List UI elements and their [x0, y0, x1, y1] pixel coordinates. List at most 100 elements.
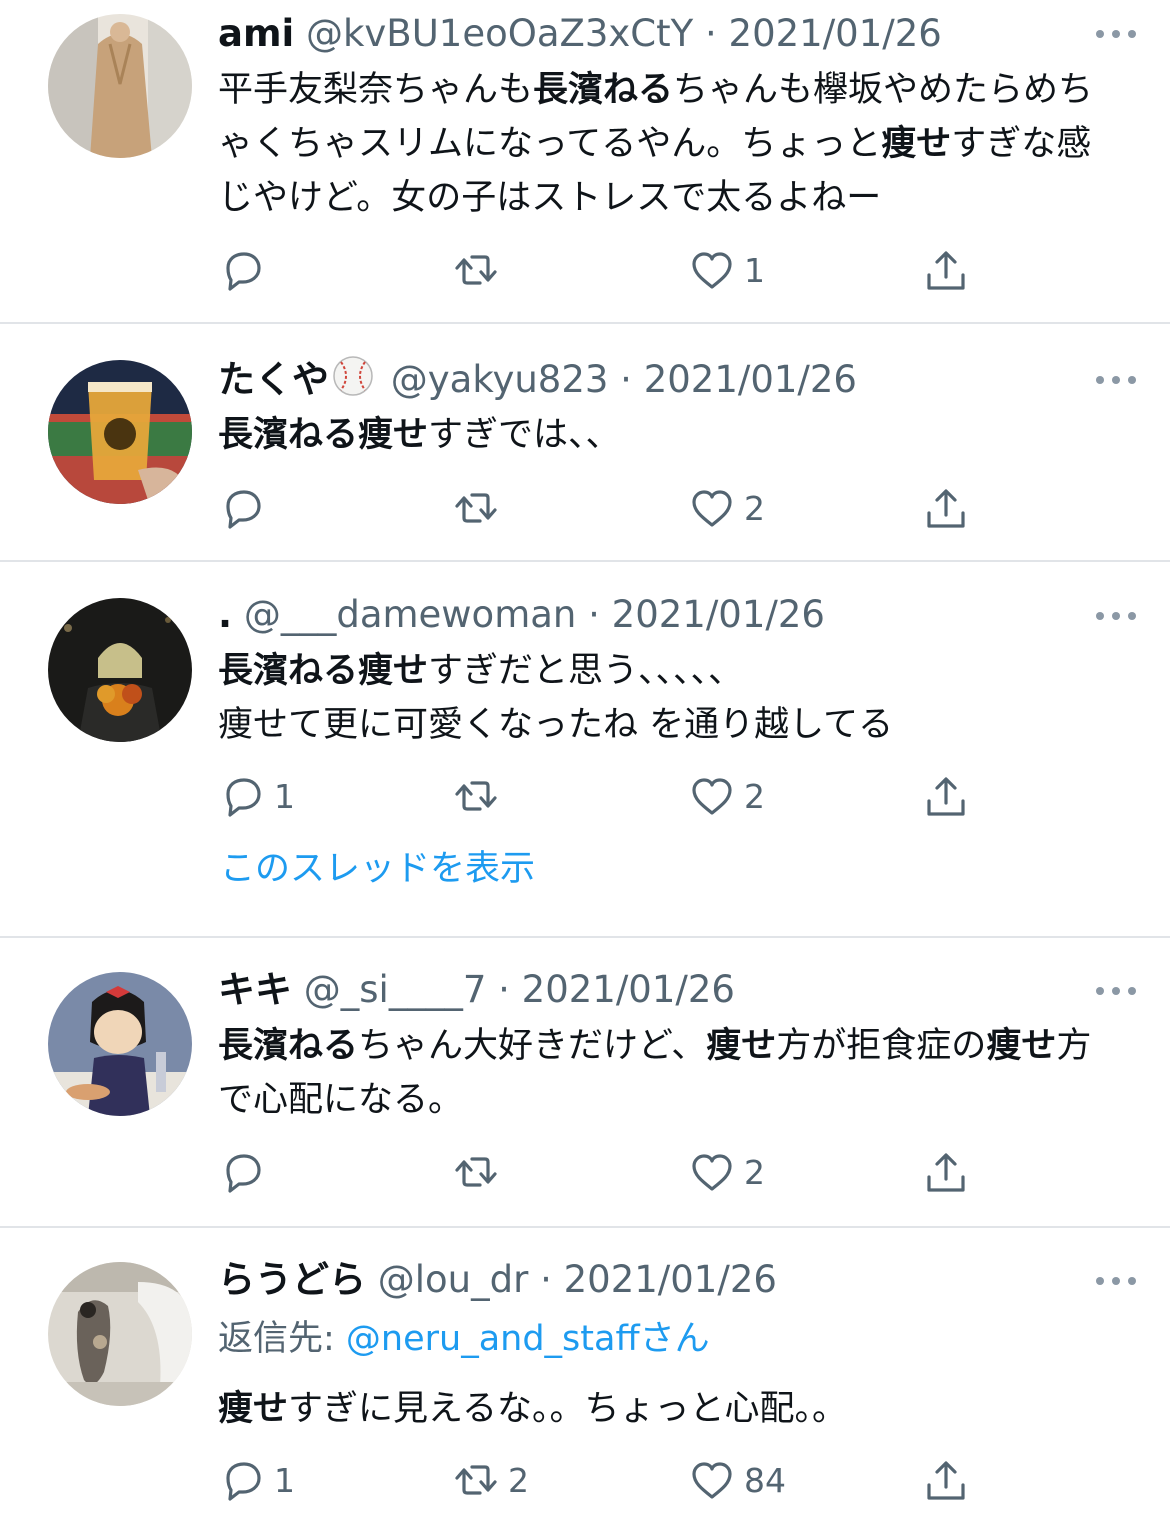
tweet-header: ami @kvBU1eoOaZ3xCtY · 2021/01/26	[218, 9, 1110, 59]
more-icon[interactable]	[1094, 1275, 1138, 1287]
reply-count: 1	[274, 1460, 295, 1500]
share-button[interactable]	[922, 240, 970, 300]
user-handle[interactable]: @___damewoman	[244, 593, 577, 636]
highlight-segment: 長濱ねる	[533, 70, 674, 110]
share-button[interactable]	[922, 478, 970, 538]
avatar-image	[48, 360, 192, 504]
tweet-text: 平手友梨奈ちゃんも長濱ねるちゃんも欅坂やめたらめちゃくちゃスリムになってるやん。…	[218, 63, 1123, 225]
text-segment: 平手友梨奈ちゃんも	[218, 70, 534, 110]
tweet-date[interactable]: 2021/01/26	[729, 12, 942, 55]
reply-icon	[226, 252, 261, 291]
more-icon[interactable]	[1094, 610, 1138, 622]
reply-button[interactable]: 1	[218, 766, 295, 826]
highlight-segment: 痩せ	[986, 1026, 1057, 1066]
retweet-button[interactable]	[452, 766, 508, 826]
heart-icon	[692, 1154, 732, 1191]
reply-button[interactable]: 1	[218, 1450, 295, 1510]
reply-button[interactable]	[218, 478, 274, 538]
tweet-date[interactable]: 2021/01/26	[564, 1258, 777, 1301]
display-name[interactable]: .	[218, 593, 232, 636]
more-icon[interactable]	[1094, 374, 1138, 386]
display-name[interactable]: たくや	[218, 358, 329, 401]
retweet-icon	[455, 781, 497, 811]
action-bar: 1 2	[218, 766, 978, 826]
share-icon	[927, 1461, 965, 1500]
reply-icon	[226, 490, 261, 529]
tweet-date[interactable]: 2021/01/26	[522, 968, 735, 1011]
retweet-icon	[455, 1157, 497, 1187]
text-segment: すぎだと思う、、、、、	[428, 651, 744, 691]
avatar[interactable]	[48, 598, 192, 742]
tweet-header: . @___damewoman · 2021/01/26	[218, 590, 1110, 640]
tweet-text: 長濱ねるちゃん大好きだけど、痩せ方が拒食症の痩せ方で心配になる。	[218, 1019, 1123, 1127]
share-button[interactable]	[922, 1450, 970, 1510]
tweet[interactable]: たくや @yakyu823 · 2021/01/26 長濱ねる痩せすぎでは、、 …	[0, 324, 1170, 562]
separator-dot: ·	[486, 968, 522, 1011]
like-button[interactable]: 2	[688, 1142, 765, 1202]
reply-icon	[226, 1154, 261, 1193]
reply-button[interactable]	[218, 1142, 274, 1202]
heart-icon	[692, 778, 732, 815]
retweet-button[interactable]: 2	[452, 1450, 529, 1510]
like-button[interactable]: 1	[688, 240, 765, 300]
reply-count: 1	[274, 776, 295, 816]
like-button[interactable]: 84	[688, 1450, 786, 1510]
more-icon[interactable]	[1094, 985, 1138, 997]
avatar[interactable]	[48, 1262, 192, 1406]
share-button[interactable]	[922, 766, 970, 826]
like-count: 2	[744, 488, 765, 528]
like-button[interactable]: 2	[688, 478, 765, 538]
retweet-button[interactable]	[452, 478, 508, 538]
like-count: 2	[744, 1152, 765, 1192]
highlight-segment: 痩せ	[706, 1026, 777, 1066]
reply-to-handle[interactable]: @neru_and_staffさん	[346, 1319, 710, 1359]
reply-to: 返信先: @neru_and_staffさん	[218, 1314, 710, 1364]
retweet-icon	[455, 1465, 497, 1495]
display-name[interactable]: ami	[218, 12, 294, 55]
avatar[interactable]	[48, 360, 192, 504]
tweet-text: 長濱ねる痩せすぎでは、、	[218, 408, 1123, 462]
retweet-icon	[455, 255, 497, 285]
heart-icon	[692, 490, 732, 527]
text-segment: ちゃん大好きだけど、	[358, 1026, 707, 1066]
highlight-segment: 長濱ねる	[218, 1026, 359, 1066]
tweet[interactable]: らうどら @lou_dr · 2021/01/26 返信先: @neru_and…	[0, 1228, 1170, 1536]
retweet-button[interactable]	[452, 1142, 508, 1202]
retweet-button[interactable]	[452, 240, 508, 300]
user-handle[interactable]: @kvBU1eoOaZ3xCtY	[306, 12, 693, 55]
text-segment: 痩せて更に可愛くなったね を通り越してる	[218, 705, 894, 745]
highlight-segment: 痩せ	[881, 124, 952, 164]
tweet-text: 痩せすぎに見えるな。。ちょっと心配。。	[218, 1382, 1123, 1436]
avatar[interactable]	[48, 972, 192, 1116]
user-handle[interactable]: @lou_dr	[378, 1258, 529, 1301]
tweet[interactable]: ami @kvBU1eoOaZ3xCtY · 2021/01/26 平手友梨奈ち…	[0, 0, 1170, 324]
like-button[interactable]: 2	[688, 766, 765, 826]
action-bar: 1	[218, 240, 978, 300]
text-line: 長濱ねる痩せすぎだと思う、、、、、	[218, 644, 1123, 698]
reply-to-label: 返信先:	[218, 1319, 346, 1359]
baseball-emoji-icon	[333, 356, 373, 396]
tweet-date[interactable]: 2021/01/26	[644, 358, 857, 401]
highlight-segment: 痩せ	[218, 1389, 289, 1429]
share-button[interactable]	[922, 1142, 970, 1202]
highlight-segment: 長濱ねる痩せ	[218, 651, 429, 691]
more-icon[interactable]	[1094, 28, 1138, 40]
avatar[interactable]	[48, 14, 192, 158]
separator-dot: ·	[528, 1258, 564, 1301]
tweet-header: キキ @_si____7 · 2021/01/26	[218, 965, 1110, 1015]
share-icon	[927, 489, 965, 528]
user-handle[interactable]: @_si____7	[304, 968, 487, 1011]
retweet-icon	[455, 493, 497, 523]
tweet-date[interactable]: 2021/01/26	[612, 593, 825, 636]
tweet[interactable]: キキ @_si____7 · 2021/01/26 長濱ねるちゃん大好きだけど、…	[0, 938, 1170, 1228]
display-name[interactable]: らうどら	[218, 1258, 366, 1301]
tweet[interactable]: . @___damewoman · 2021/01/26 長濱ねる痩せすぎだと思…	[0, 562, 1170, 938]
user-handle[interactable]: @yakyu823	[391, 358, 609, 401]
separator-dot: ·	[576, 593, 612, 636]
avatar-image	[48, 598, 192, 742]
separator-dot: ·	[693, 12, 729, 55]
display-name[interactable]: キキ	[218, 968, 292, 1011]
show-thread-link[interactable]: このスレッドを表示	[220, 844, 535, 894]
reply-button[interactable]	[218, 240, 274, 300]
like-count: 84	[744, 1460, 786, 1500]
